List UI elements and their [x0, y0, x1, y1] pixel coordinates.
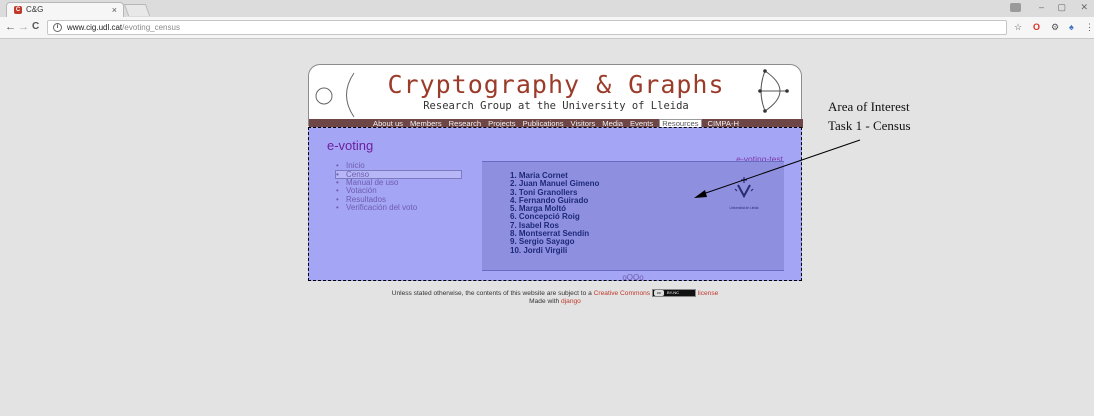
creative-commons-link[interactable]: Creative Commons [594, 290, 650, 297]
url-host: www.cig.udl.cat [67, 23, 123, 32]
census-panel: 1. Maria Cornet 2. Juan Manuel Gimeno 3.… [482, 161, 784, 282]
site-footer: Unless stated otherwise, the contents of… [308, 289, 802, 306]
site-info-icon[interactable]: i [53, 23, 62, 32]
tab-title: C&G [26, 5, 44, 14]
browser-toolbar: ← → C i www.cig.udl.cat/evoting_census ☆… [0, 17, 1094, 39]
address-bar[interactable]: i www.cig.udl.cat/evoting_census [47, 20, 1007, 35]
maximize-icon[interactable]: ▢ [1057, 1, 1066, 13]
bookmark-star-icon[interactable]: ☆ [1014, 21, 1022, 33]
cc-icon: cc [653, 290, 664, 296]
sidebar-item-inicio[interactable]: Inicio [336, 161, 463, 170]
census-list: 1. Maria Cornet 2. Juan Manuel Gimeno 3.… [510, 171, 599, 255]
license-link[interactable]: license [698, 290, 719, 297]
footer-text: Unless stated otherwise, the contents of… [391, 289, 592, 297]
site-favicon-icon: C [14, 6, 22, 14]
new-tab-button[interactable] [123, 4, 151, 16]
annotation-title: Area of Interest [828, 99, 910, 114]
minimize-icon[interactable]: – [1039, 1, 1044, 13]
university-logo: Universitat de Lleida [724, 176, 764, 210]
cc-badge-text: BY-NC [666, 290, 680, 295]
census-footer-ornament: oOOo [622, 273, 644, 282]
graph-logo-right-icon [758, 69, 789, 113]
evoting-content: e-voting Inicio Censo Manual de uso Vota… [308, 127, 802, 282]
extension-icon[interactable]: ⚙ [1051, 21, 1059, 33]
django-link[interactable]: django [561, 298, 581, 305]
site-header: Cryptography & Graphs Research Group at … [308, 64, 803, 128]
page-viewport: Cryptography & Graphs Research Group at … [0, 40, 1094, 416]
udl-emblem-icon [734, 177, 754, 199]
tab-strip: C C&G × – ▢ ✕ [0, 0, 1094, 17]
profile-icon[interactable] [1010, 3, 1021, 12]
browser-menu-icon[interactable]: ⋮ [1085, 21, 1094, 33]
annotation-task: Task 1 - Census [828, 118, 911, 133]
site-subtitle: Research Group at the University of Llei… [423, 100, 689, 112]
evoting-sidebar: Inicio Censo Manual de uso Votación Resu… [335, 161, 463, 212]
census-entry: 10. Jordi Virgili [510, 245, 568, 255]
university-caption: Universitat de Lleida [729, 206, 759, 210]
cc-license-badge[interactable]: cc BY-NC [651, 289, 696, 297]
tab-close-icon[interactable]: × [112, 4, 117, 16]
made-with-text: Made with [529, 297, 560, 305]
browser-tab[interactable]: C C&G × [6, 2, 124, 17]
reload-icon[interactable]: C [32, 20, 39, 34]
forward-arrow-icon[interactable]: → [18, 20, 29, 34]
opera-extension-icon[interactable]: O [1033, 21, 1040, 33]
page-title: e-voting [327, 138, 374, 153]
url-path: /evoting_census [122, 23, 180, 32]
url-text[interactable]: www.cig.udl.cat/evoting_census [67, 22, 180, 34]
site-title[interactable]: Cryptography & Graphs [309, 70, 803, 99]
extension-icon-2[interactable]: ♠ [1069, 21, 1074, 33]
sidebar-item-verificacion[interactable]: Verificación del voto [336, 203, 463, 212]
back-arrow-icon[interactable]: ← [5, 20, 16, 34]
close-window-icon[interactable]: ✕ [1080, 1, 1088, 13]
